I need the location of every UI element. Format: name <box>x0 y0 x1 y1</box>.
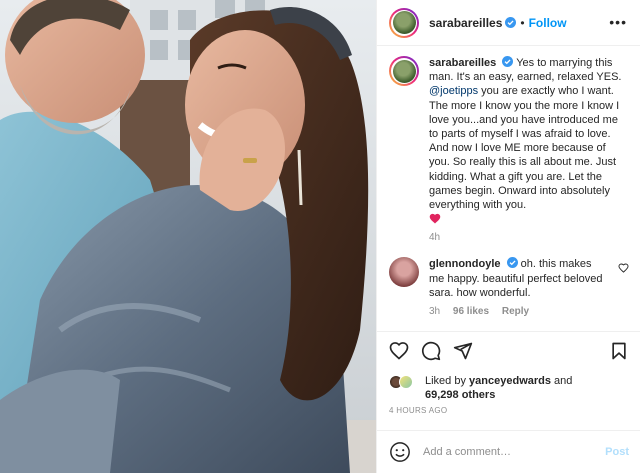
liker-avatar <box>399 375 413 389</box>
liker-avatars[interactable] <box>389 374 415 390</box>
post-header: sarabareilles • Follow ••• <box>377 0 640 46</box>
commenter-avatar[interactable] <box>389 257 419 288</box>
caption-time[interactable]: 4h <box>429 232 440 243</box>
commenter-username[interactable]: glennondoyle <box>429 258 501 270</box>
comment-reply-button[interactable]: Reply <box>502 306 529 317</box>
comment-meta: 3h 96 likes Reply <box>429 306 609 317</box>
liked-by-label: Liked by <box>425 375 466 387</box>
author-avatar[interactable] <box>389 7 419 38</box>
action-bar <box>377 331 640 371</box>
post-photo[interactable] <box>0 0 376 473</box>
header-separator: • <box>520 15 525 30</box>
comment-time[interactable]: 3h <box>429 306 440 317</box>
caption: sarabareilles Yes to marrying this man. … <box>389 56 629 243</box>
post-detail-pane: sarabareilles • Follow ••• sarabareilles <box>376 0 640 473</box>
caption-text: sarabareilles Yes to marrying this man. … <box>429 56 629 226</box>
verified-badge-icon <box>502 56 514 67</box>
add-comment-input[interactable] <box>423 446 603 458</box>
comment-text: glennondoyle oh. this makes me happy. be… <box>429 257 609 300</box>
more-horizontal-icon[interactable]: ••• <box>609 15 627 29</box>
caption-body-end: you are exactly who I want. The more I k… <box>429 85 620 212</box>
share-send-icon[interactable] <box>453 341 473 361</box>
save-bookmark-icon[interactable] <box>609 341 629 361</box>
verified-badge-icon <box>506 257 518 269</box>
red-heart-emoji-icon <box>429 214 441 224</box>
comments-section[interactable]: sarabareilles Yes to marrying this man. … <box>377 46 640 331</box>
caption-meta: 4h <box>429 232 629 243</box>
post-comment-button[interactable]: Post <box>605 446 629 458</box>
caption-username[interactable]: sarabareilles <box>429 57 496 69</box>
follow-button[interactable]: Follow <box>529 16 567 30</box>
caption-avatar[interactable] <box>389 56 419 86</box>
liked-by-line: Liked by yanceyedwards and <box>425 374 572 388</box>
comment-item: glennondoyle oh. this makes me happy. be… <box>389 257 629 317</box>
caption-mention[interactable]: @joetipps <box>429 85 478 97</box>
post-photo-illustration <box>0 0 376 473</box>
comment-bubble-icon[interactable] <box>421 341 441 361</box>
post-timestamp[interactable]: 4 HOURS AGO <box>389 406 447 415</box>
add-comment-bar: Post <box>377 430 640 473</box>
like-heart-icon[interactable] <box>389 341 409 361</box>
likes-summary: Liked by yanceyedwards and 69,298 others <box>389 372 629 402</box>
comment-likes[interactable]: 96 likes <box>453 306 489 317</box>
comment-like-heart-icon[interactable] <box>618 263 629 274</box>
emoji-smiley-icon[interactable] <box>389 441 411 463</box>
liked-by-and: and <box>554 375 573 387</box>
liked-by-user-link[interactable]: yanceyedwards <box>469 375 551 387</box>
author-username[interactable]: sarabareilles <box>429 16 502 30</box>
likes-count-link[interactable]: 69,298 others <box>425 388 495 402</box>
verified-badge-icon <box>505 17 517 28</box>
